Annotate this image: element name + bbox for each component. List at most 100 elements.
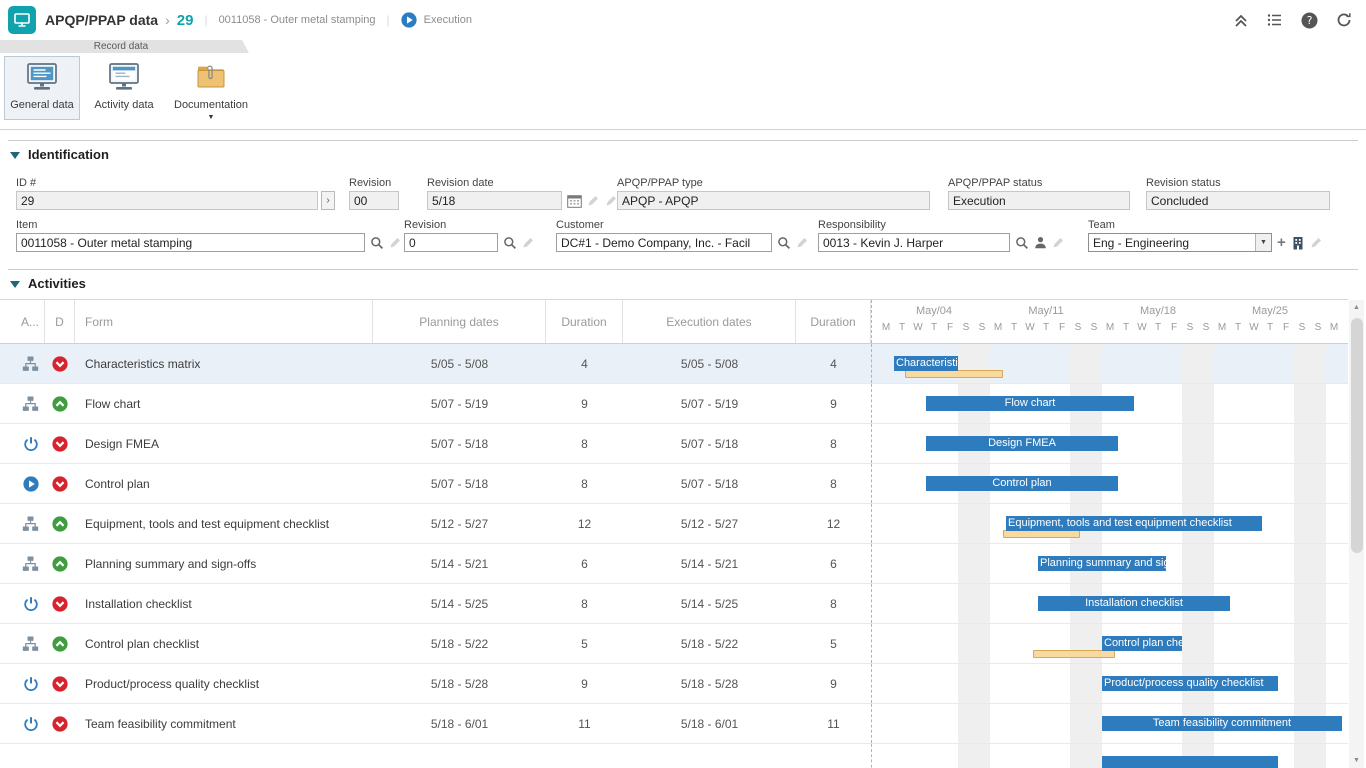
person-icon[interactable]: [1034, 236, 1047, 249]
play-icon[interactable]: [23, 476, 39, 492]
gantt-scrollbar[interactable]: ▲ ▼: [1349, 300, 1364, 768]
scroll-down-button[interactable]: ▼: [1349, 753, 1364, 768]
activity-row[interactable]: Team feasibility commitment5/18 - 6/0111…: [0, 704, 1348, 744]
id-input[interactable]: [16, 191, 318, 210]
field-responsibility: Responsibility: [818, 219, 1065, 252]
activity-form-name[interactable]: Design FMEA: [75, 424, 373, 463]
app-logo-icon[interactable]: [8, 6, 36, 34]
column-header-planning-duration[interactable]: Duration: [546, 300, 623, 343]
item-revision-input[interactable]: [404, 233, 498, 252]
activity-row[interactable]: Characteristics matrix5/05 - 5/0845/05 -…: [0, 344, 1348, 384]
help-icon[interactable]: ?: [1301, 12, 1318, 29]
gantt-bar[interactable]: Planning summary and sign-offs: [1038, 556, 1166, 571]
collapse-triangle-icon[interactable]: [10, 152, 20, 159]
column-header-form[interactable]: Form: [75, 300, 373, 343]
power-icon[interactable]: [23, 596, 39, 612]
activity-form-name[interactable]: Team feasibility commitment: [75, 704, 373, 743]
column-header-planning-dates[interactable]: Planning dates: [373, 300, 546, 343]
activities-section-header[interactable]: Activities: [10, 276, 86, 291]
org-icon[interactable]: [1291, 236, 1305, 250]
gantt-baseline-bar[interactable]: [1003, 530, 1080, 538]
gantt-bar[interactable]: [1102, 756, 1278, 768]
workflow-icon[interactable]: [22, 396, 39, 412]
search-icon[interactable]: [777, 236, 791, 250]
workflow-icon[interactable]: [22, 636, 39, 652]
activity-form-name[interactable]: Flow chart: [75, 384, 373, 423]
column-header-execution-duration[interactable]: Duration: [796, 300, 871, 343]
activity-row[interactable]: [0, 744, 1348, 768]
item-input[interactable]: [16, 233, 365, 252]
activity-form-name[interactable]: Planning summary and sign-offs: [75, 544, 373, 583]
activity-row[interactable]: Product/process quality checklist5/18 - …: [0, 664, 1348, 704]
activity-form-name[interactable]: Characteristics matrix: [75, 344, 373, 383]
activity-form-name[interactable]: Control plan: [75, 464, 373, 503]
clear-icon[interactable]: [587, 194, 600, 207]
revision-input[interactable]: [349, 191, 399, 210]
workflow-icon[interactable]: [22, 356, 39, 372]
gantt-bar[interactable]: Equipment, tools and test equipment chec…: [1006, 516, 1262, 531]
gantt-bar[interactable]: Installation checklist: [1038, 596, 1230, 611]
activity-form-name[interactable]: [75, 744, 373, 768]
activity-row[interactable]: Control plan checklist5/18 - 5/2255/18 -…: [0, 624, 1348, 664]
collapse-triangle-icon[interactable]: [10, 281, 20, 288]
field-customer-label: Customer: [556, 219, 809, 231]
collapse-panel-icon[interactable]: [1233, 12, 1249, 28]
gantt-bar[interactable]: Team feasibility commitment: [1102, 716, 1342, 731]
workflow-icon[interactable]: [22, 556, 39, 572]
gantt-bar[interactable]: Characteristics matrix: [894, 356, 958, 371]
column-header-execution-dates[interactable]: Execution dates: [623, 300, 796, 343]
activity-form-name[interactable]: Control plan checklist: [75, 624, 373, 663]
general-data-button[interactable]: General data: [4, 56, 80, 120]
execution-dates: 5/18 - 5/22: [623, 624, 796, 663]
activity-row[interactable]: Planning summary and sign-offs5/14 - 5/2…: [0, 544, 1348, 584]
apqp-status-input[interactable]: [948, 191, 1130, 210]
activity-row[interactable]: Flow chart5/07 - 5/1995/07 - 5/199Flow c…: [0, 384, 1348, 424]
activity-form-name[interactable]: Product/process quality checklist: [75, 664, 373, 703]
identification-section-header[interactable]: Identification: [10, 147, 109, 162]
power-icon[interactable]: [23, 676, 39, 692]
clear-icon[interactable]: [1052, 236, 1065, 249]
refresh-icon[interactable]: [1336, 12, 1352, 28]
team-select[interactable]: Eng - Engineering ▼: [1088, 233, 1272, 252]
list-icon[interactable]: [1267, 12, 1283, 28]
clear-icon[interactable]: [389, 236, 402, 249]
clear-icon[interactable]: [796, 236, 809, 249]
workflow-icon[interactable]: [22, 516, 39, 532]
gantt-bar[interactable]: Control plan: [926, 476, 1118, 491]
gantt-bar[interactable]: Design FMEA: [926, 436, 1118, 451]
search-icon[interactable]: [1015, 236, 1029, 250]
search-icon[interactable]: [503, 236, 517, 250]
activity-row[interactable]: Equipment, tools and test equipment chec…: [0, 504, 1348, 544]
column-header-a[interactable]: A...: [16, 300, 45, 343]
search-icon[interactable]: [370, 236, 384, 250]
id-expand-button[interactable]: ›: [321, 191, 335, 210]
power-icon[interactable]: [23, 436, 39, 452]
gantt-bar[interactable]: Flow chart: [926, 396, 1134, 411]
gantt-baseline-bar[interactable]: [1033, 650, 1115, 658]
clear-icon[interactable]: [1310, 236, 1323, 249]
tab-record-data[interactable]: Record data: [0, 40, 242, 53]
activity-data-button[interactable]: Activity data: [86, 56, 162, 120]
calendar-icon[interactable]: [567, 194, 582, 208]
gantt-baseline-bar[interactable]: [905, 370, 1003, 378]
apqp-type-input[interactable]: [617, 191, 930, 210]
activity-row[interactable]: Installation checklist5/14 - 5/2585/14 -…: [0, 584, 1348, 624]
responsibility-input[interactable]: [818, 233, 1010, 252]
scroll-up-button[interactable]: ▲: [1349, 300, 1364, 315]
app-window: APQP/PPAP data › 29 | 0011058 - Outer me…: [0, 0, 1366, 768]
column-header-d[interactable]: D: [45, 300, 75, 343]
clear-icon[interactable]: [522, 236, 535, 249]
gantt-bar[interactable]: Control plan checklist: [1102, 636, 1182, 651]
customer-input[interactable]: [556, 233, 772, 252]
revision-status-input[interactable]: [1146, 191, 1330, 210]
activity-row[interactable]: Control plan5/07 - 5/1885/07 - 5/188Cont…: [0, 464, 1348, 504]
documentation-button[interactable]: Documentation ▼: [168, 56, 254, 120]
gantt-bar[interactable]: Product/process quality checklist: [1102, 676, 1278, 691]
add-icon[interactable]: +: [1277, 236, 1286, 250]
scrollbar-thumb[interactable]: [1351, 318, 1363, 553]
activity-form-name[interactable]: Installation checklist: [75, 584, 373, 623]
power-icon[interactable]: [23, 716, 39, 732]
revision-date-input[interactable]: [427, 191, 562, 210]
activity-form-name[interactable]: Equipment, tools and test equipment chec…: [75, 504, 373, 543]
activity-row[interactable]: Design FMEA5/07 - 5/1885/07 - 5/188Desig…: [0, 424, 1348, 464]
